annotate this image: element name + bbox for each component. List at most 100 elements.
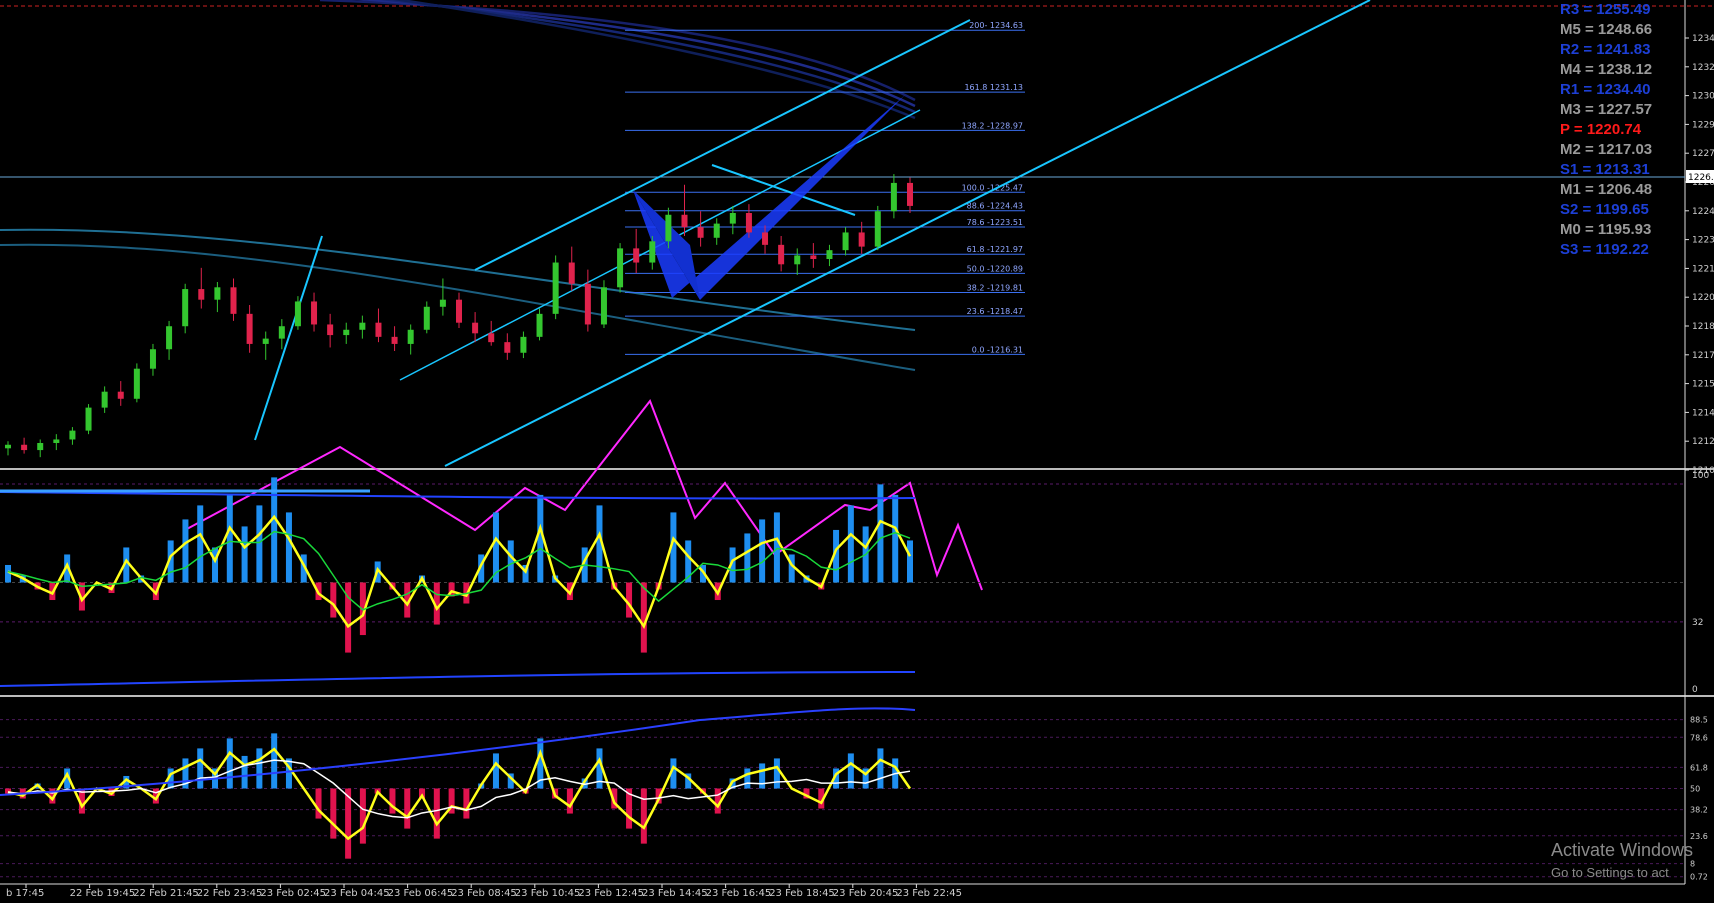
candle-body — [713, 223, 720, 238]
candle-body — [359, 322, 366, 330]
osc1-y-tick-label: 100 — [1692, 471, 1709, 481]
fib-level-label: 138.2 -1228.97 — [962, 121, 1023, 130]
x-axis-label: 23 Feb 04:45 — [324, 888, 390, 899]
histogram-bar — [182, 519, 189, 583]
trading-chart: 1234.01232.51230.91229.41227.91226.31224… — [0, 0, 1714, 899]
candle-body — [230, 287, 237, 314]
price-y-tick-label: 1230.9 — [1692, 92, 1714, 102]
candle-body — [327, 324, 334, 336]
histogram-bar — [744, 768, 751, 789]
histogram-bar — [640, 788, 647, 844]
harmonic-pattern — [633, 95, 905, 300]
candle-body — [85, 407, 92, 431]
histogram-bar — [404, 788, 411, 829]
candle-body — [149, 349, 156, 369]
ma-envelope-upper — [380, 0, 916, 114]
price-y-tick-label: 1227.9 — [1692, 149, 1714, 159]
pivot-level-label: S2 = 1199.65 — [1560, 201, 1649, 218]
candle-body — [182, 289, 189, 327]
candle-body — [278, 326, 285, 339]
candle-body — [375, 322, 382, 337]
histogram-bar — [877, 748, 884, 789]
histogram-bar — [759, 519, 766, 583]
lower-band — [0, 671, 916, 687]
price-y-tick-label: 1215.5 — [1692, 380, 1714, 390]
osc2-y-tick-label: 61.8 — [1690, 763, 1708, 772]
histogram-bar — [847, 505, 854, 583]
price-y-tick-label: 1234.0 — [1692, 34, 1714, 44]
histogram-bar — [315, 788, 322, 819]
histogram-bar — [241, 526, 248, 583]
histogram-bar — [907, 540, 913, 583]
candle-body — [681, 214, 688, 228]
candle-body — [472, 322, 479, 334]
price-y-tick-label: 1212.4 — [1692, 437, 1714, 447]
histogram-bar — [507, 540, 514, 583]
candle-body — [214, 287, 221, 300]
fib-level-label: 161.8 1231.13 — [964, 83, 1023, 92]
pivot-level-label: S3 = 1192.22 — [1560, 241, 1649, 258]
candle-body — [568, 262, 575, 284]
histogram-bar — [330, 582, 337, 618]
candle-body — [858, 232, 865, 247]
osc2-y-tick-label: 88.5 — [1690, 716, 1708, 725]
candle-body — [488, 333, 495, 343]
candle-body — [762, 232, 769, 245]
candle-body — [617, 248, 624, 288]
candle-body — [536, 313, 543, 337]
candle-body — [810, 255, 817, 259]
candle-body — [890, 182, 897, 212]
candle-body — [633, 248, 640, 263]
candle-body — [439, 299, 446, 307]
histogram-bar — [759, 763, 766, 789]
osc2-y-tick-label: 0.72 — [1690, 873, 1708, 882]
pivot-level-label: P = 1220.74 — [1560, 121, 1642, 138]
candle-body — [552, 262, 559, 314]
histogram-bar — [256, 505, 263, 583]
histogram-bar — [463, 788, 470, 819]
candle-body — [21, 444, 28, 451]
candle-body — [117, 391, 124, 399]
pivot-level-label: M1 = 1206.48 — [1560, 181, 1653, 198]
x-axis-label: 23 Feb 02:45 — [260, 888, 326, 899]
channel-line — [444, 0, 1371, 467]
candle-body — [37, 443, 44, 451]
candle-body — [826, 250, 833, 259]
candle-body — [907, 182, 913, 206]
x-axis-label: 22 Feb 21:45 — [133, 888, 199, 899]
candle-body — [343, 329, 350, 336]
x-axis-label: 23 Feb 22:45 — [896, 888, 962, 899]
histogram-bar — [433, 788, 440, 839]
candle-body — [101, 391, 108, 408]
candle-body — [69, 430, 76, 440]
candle-body — [391, 336, 398, 344]
osc2-y-tick-label: 78.6 — [1690, 733, 1708, 742]
histogram-bar — [773, 758, 780, 789]
price-y-tick-label: 1229.4 — [1692, 120, 1714, 130]
pivot-level-label: M5 = 1248.66 — [1560, 21, 1653, 38]
osc2-y-tick-label: 50 — [1690, 785, 1700, 794]
pivot-level-label: R3 = 1255.49 — [1560, 1, 1651, 18]
candle-body — [520, 336, 527, 353]
candle-body — [504, 342, 511, 353]
histogram-bar — [330, 788, 337, 839]
x-axis-label: 23 Feb 06:45 — [388, 888, 454, 899]
x-axis-label: 23 Feb 10:45 — [515, 888, 581, 899]
channel-line — [474, 19, 971, 271]
osc1-y-tick-label: 0 — [1692, 685, 1698, 695]
price-y-tick-label: 1224.8 — [1692, 207, 1714, 217]
candle-body — [246, 313, 253, 344]
price-y-tick-label: 1223.2 — [1692, 236, 1714, 246]
candle-body — [423, 306, 430, 330]
price-y-tick-label: 1232.5 — [1692, 63, 1714, 73]
candle-body — [311, 301, 318, 325]
fib-level-label: 23.6 -1218.47 — [967, 307, 1023, 316]
candle-body — [729, 213, 736, 224]
candle-body — [294, 301, 301, 327]
ma-envelope-upper — [356, 0, 916, 108]
price-y-tick-label: 1214.0 — [1692, 408, 1714, 418]
candle-body — [407, 329, 414, 344]
ma-envelope-upper — [392, 0, 916, 120]
pivot-level-label: M2 = 1217.03 — [1560, 141, 1653, 158]
zigzag-leg — [254, 235, 323, 441]
